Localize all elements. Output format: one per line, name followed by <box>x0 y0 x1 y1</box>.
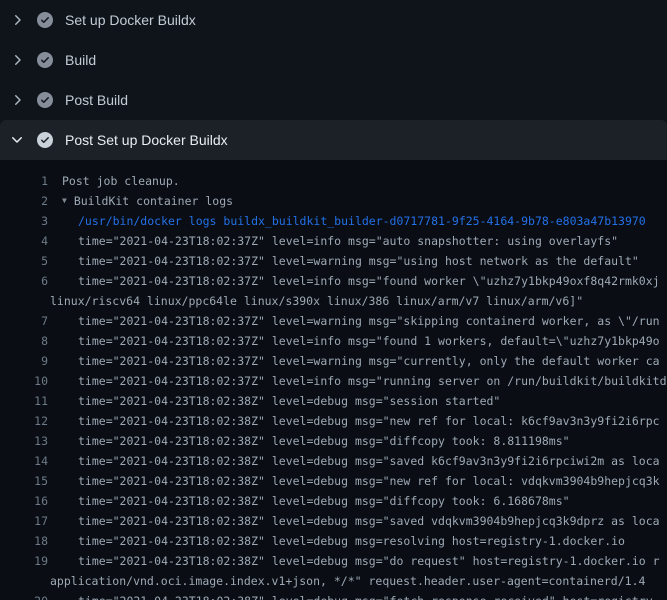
log-line-text: time="2021-04-23T18:02:38Z" level=debug … <box>78 411 667 431</box>
log-line: 1 Post job cleanup. <box>0 171 667 191</box>
line-number[interactable]: 16 <box>0 491 48 511</box>
log-line: 18 time="2021-04-23T18:02:38Z" level=debu… <box>0 531 667 551</box>
line-number[interactable]: 20 <box>0 591 48 600</box>
line-number[interactable]: 17 <box>0 511 48 531</box>
log-command-text: /usr/bin/docker logs buildx_buildkit_bui… <box>78 211 667 231</box>
log-line: 3/usr/bin/docker logs buildx_buildkit_bu… <box>0 211 667 231</box>
step-label: Set up Docker Buildx <box>65 12 196 28</box>
log-line-text: time="2021-04-23T18:02:37Z" level=info m… <box>78 271 667 291</box>
line-number[interactable]: 8 <box>0 331 48 351</box>
log-line-text: Post job cleanup. <box>62 171 667 191</box>
line-number[interactable]: 6 <box>0 271 48 291</box>
log-line: 6 time="2021-04-23T18:02:37Z" level=info … <box>0 271 667 291</box>
log-line-text: time="2021-04-23T18:02:38Z" level=debug … <box>78 451 667 471</box>
log-line: 5 time="2021-04-23T18:02:37Z" level=warni… <box>0 251 667 271</box>
check-circle-icon <box>37 92 53 108</box>
log-line: 16 time="2021-04-23T18:02:38Z" level=debu… <box>0 491 667 511</box>
chevron-right-icon <box>9 12 25 28</box>
actions-log-viewer: Set up Docker Buildx Build Post Build Po… <box>0 0 667 600</box>
log-line: 19 time="2021-04-23T18:02:38Z" level=debu… <box>0 551 667 571</box>
log-line: 15 time="2021-04-23T18:02:38Z" level=debu… <box>0 471 667 491</box>
line-number[interactable]: 14 <box>0 451 48 471</box>
chevron-right-icon <box>9 52 25 68</box>
line-number[interactable]: 19 <box>0 551 48 571</box>
line-number[interactable]: 9 <box>0 351 48 371</box>
line-number[interactable]: 13 <box>0 431 48 451</box>
log-group-toggle[interactable]: BuildKit container logs <box>74 191 667 211</box>
line-number[interactable]: 18 <box>0 531 48 551</box>
log-panel: 1 Post job cleanup. 2 ▼ BuildKit container l… <box>0 160 667 600</box>
log-line-text: time="2021-04-23T18:02:37Z" level=info m… <box>78 231 667 251</box>
step-row-build[interactable]: Build <box>0 40 667 80</box>
log-line-text: linux/riscv64 linux/ppc64le linux/s390x … <box>50 291 667 311</box>
line-number[interactable]: 10 <box>0 371 48 391</box>
line-number <box>0 571 48 591</box>
log-line: 14 time="2021-04-23T18:02:38Z" level=debu… <box>0 451 667 471</box>
log-line: 11 time="2021-04-23T18:02:38Z" level=debu… <box>0 391 667 411</box>
check-circle-icon <box>37 132 53 148</box>
log-line: 9 time="2021-04-23T18:02:37Z" level=warni… <box>0 351 667 371</box>
log-line-text: time="2021-04-23T18:02:38Z" level=debug … <box>78 531 667 551</box>
log-line-text: time="2021-04-23T18:02:38Z" level=debug … <box>78 431 667 451</box>
chevron-right-icon <box>9 92 25 108</box>
log-line-text: time="2021-04-23T18:02:37Z" level=warnin… <box>78 351 667 371</box>
log-line-text: time="2021-04-23T18:02:38Z" level=debug … <box>78 391 667 411</box>
line-number[interactable]: 7 <box>0 311 48 331</box>
line-number[interactable]: 4 <box>0 231 48 251</box>
step-label: Post Build <box>65 92 128 108</box>
step-row-set-up-docker-buildx[interactable]: Set up Docker Buildx <box>0 0 667 40</box>
step-row-post-build[interactable]: Post Build <box>0 80 667 120</box>
log-line-text: application/vnd.oci.image.index.v1+json,… <box>50 571 667 591</box>
log-line: linux/riscv64 linux/ppc64le linux/s390x … <box>0 291 667 311</box>
log-line-text: time="2021-04-23T18:02:37Z" level=warnin… <box>78 311 667 331</box>
log-line: 2 ▼ BuildKit container logs <box>0 191 667 211</box>
log-line-text: time="2021-04-23T18:02:37Z" level=info m… <box>78 331 667 351</box>
line-number[interactable]: 5 <box>0 251 48 271</box>
check-circle-icon <box>37 52 53 68</box>
line-number <box>0 291 48 311</box>
log-line: 7 time="2021-04-23T18:02:37Z" level=warni… <box>0 311 667 331</box>
step-row-post-set-up-docker-buildx[interactable]: Post Set up Docker Buildx <box>0 120 667 160</box>
log-line-text: time="2021-04-23T18:02:37Z" level=info m… <box>78 371 667 391</box>
line-number[interactable]: 11 <box>0 391 48 411</box>
steps-list: Set up Docker Buildx Build Post Build Po… <box>0 0 667 160</box>
line-number[interactable]: 12 <box>0 411 48 431</box>
log-line: 4 time="2021-04-23T18:02:37Z" level=info … <box>0 231 667 251</box>
log-line-text: time="2021-04-23T18:02:37Z" level=warnin… <box>78 251 667 271</box>
log-line: application/vnd.oci.image.index.v1+json,… <box>0 571 667 591</box>
triangle-down-icon: ▼ <box>62 191 67 211</box>
log-line: 10 time="2021-04-23T18:02:37Z" level=info… <box>0 371 667 391</box>
log-line-text: time="2021-04-23T18:02:38Z" level=debug … <box>78 511 667 531</box>
line-number[interactable]: 15 <box>0 471 48 491</box>
line-number[interactable]: 2 <box>0 191 48 211</box>
step-label: Post Set up Docker Buildx <box>65 132 228 148</box>
log-line-text: time="2021-04-23T18:02:38Z" level=debug … <box>78 491 667 511</box>
check-circle-icon <box>37 12 53 28</box>
line-number[interactable]: 1 <box>0 171 48 191</box>
log-line-text: time="2021-04-23T18:02:38Z" level=debug … <box>78 551 667 571</box>
line-number[interactable]: 3 <box>0 211 48 231</box>
chevron-down-icon <box>9 132 25 148</box>
log-line: 17 time="2021-04-23T18:02:38Z" level=debu… <box>0 511 667 531</box>
log-line: 13 time="2021-04-23T18:02:38Z" level=debu… <box>0 431 667 451</box>
log-line: 20 time="2021-04-23T18:02:38Z" level=debu… <box>0 591 667 600</box>
log-line-text: time="2021-04-23T18:02:38Z" level=debug … <box>78 591 667 600</box>
log-line-text: time="2021-04-23T18:02:38Z" level=debug … <box>78 471 667 491</box>
log-line: 12 time="2021-04-23T18:02:38Z" level=debu… <box>0 411 667 431</box>
step-label: Build <box>65 52 96 68</box>
log-line: 8 time="2021-04-23T18:02:37Z" level=info … <box>0 331 667 351</box>
